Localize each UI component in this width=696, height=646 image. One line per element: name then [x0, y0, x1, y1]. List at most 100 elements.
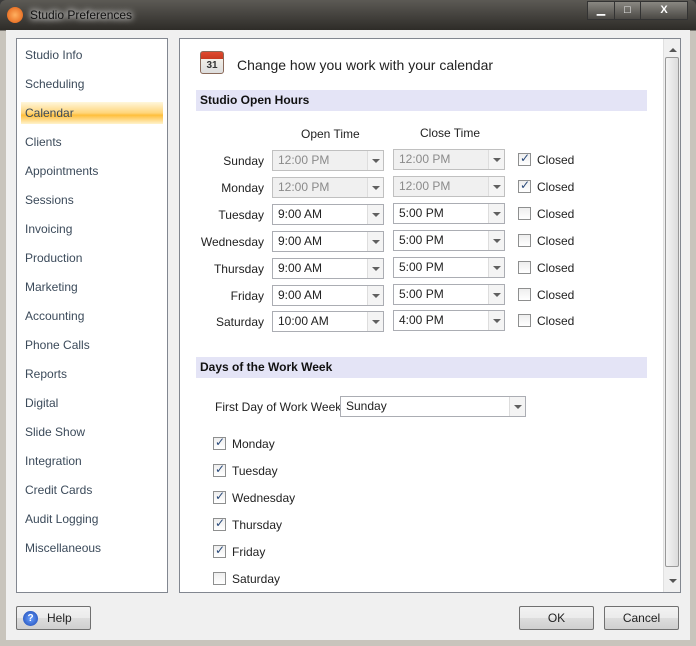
closed-checkbox[interactable] [518, 207, 531, 220]
closed-label: Closed [537, 261, 575, 275]
calendar-icon-text: 31 [206, 60, 218, 71]
scroll-down-icon[interactable] [669, 579, 677, 587]
workday-label: Thursday [232, 518, 283, 532]
first-day-value: Sunday [346, 399, 387, 413]
closed-checkbox[interactable] [518, 178, 531, 193]
chevron-down-icon [488, 258, 504, 277]
close-time-combo[interactable]: 5:00 PM [393, 230, 505, 251]
closed-checkbox[interactable] [518, 288, 531, 301]
open-time-combo[interactable]: 12:00 PM [272, 150, 384, 171]
open-time-combo[interactable]: 9:00 AM [272, 258, 384, 279]
workday-checkbox[interactable] [213, 435, 226, 450]
close-time-combo[interactable]: 5:00 PM [393, 284, 505, 305]
open-time-value: 12:00 PM [278, 153, 330, 167]
sidebar-item-studio-info[interactable]: Studio Info [21, 44, 163, 66]
scrollbar-thumb[interactable] [665, 57, 679, 567]
day-label: Saturday [215, 315, 264, 329]
closed-checkbox[interactable] [518, 261, 531, 274]
scroll-up-icon[interactable] [669, 44, 677, 52]
close-time-combo[interactable]: 12:00 PM [393, 149, 505, 170]
sidebar-item-reports[interactable]: Reports [21, 363, 163, 385]
day-label: Sunday [223, 154, 264, 168]
sidebar-item-sessions[interactable]: Sessions [21, 189, 163, 211]
open-time-combo[interactable]: 10:00 AM [272, 311, 384, 332]
sidebar-item-miscellaneous[interactable]: Miscellaneous [21, 537, 163, 559]
sidebar-item-appointments[interactable]: Appointments [21, 160, 163, 182]
sidebar-item-clients[interactable]: Clients [21, 131, 163, 153]
open-time-combo[interactable]: 9:00 AM [272, 285, 384, 306]
section-work-week: Days of the Work Week [196, 357, 647, 378]
open-time-combo[interactable]: 12:00 PM [272, 177, 384, 198]
chevron-down-icon [488, 204, 504, 223]
close-time-combo[interactable]: 5:00 PM [393, 203, 505, 224]
maximize-button[interactable]: □ [614, 1, 641, 20]
close-time-value: 12:00 PM [399, 179, 451, 193]
cancel-button[interactable]: Cancel [604, 606, 679, 630]
workday-checkbox[interactable] [213, 462, 226, 477]
day-label: Thursday [213, 262, 264, 276]
chevron-down-icon [367, 205, 383, 224]
closed-checkbox[interactable] [518, 234, 531, 247]
section-open-hours: Studio Open Hours [196, 90, 647, 111]
close-time-combo[interactable]: 5:00 PM [393, 257, 505, 278]
chevron-down-icon [367, 232, 383, 251]
workday-checkbox[interactable] [213, 572, 226, 585]
close-time-value: 4:00 PM [399, 313, 444, 327]
close-time-value: 5:00 PM [399, 287, 444, 301]
closed-label: Closed [537, 288, 575, 302]
workday-checkbox[interactable] [213, 516, 226, 531]
open-time-header: Open Time [301, 127, 360, 141]
open-time-value: 9:00 AM [278, 207, 323, 221]
closed-checkbox[interactable] [518, 314, 531, 327]
close-time-combo[interactable]: 12:00 PM [393, 176, 505, 197]
sidebar-item-digital[interactable]: Digital [21, 392, 163, 414]
closed-checkbox[interactable] [518, 151, 531, 166]
chevron-down-icon [509, 397, 525, 416]
open-time-combo[interactable]: 9:00 AM [272, 204, 384, 225]
vertical-scrollbar[interactable] [663, 39, 680, 592]
sidebar-item-marketing[interactable]: Marketing [21, 276, 163, 298]
chevron-down-icon [367, 312, 383, 331]
workday-label: Tuesday [232, 464, 278, 478]
minimize-button[interactable]: ▁ [587, 1, 615, 20]
chevron-down-icon [488, 311, 504, 330]
close-time-value: 5:00 PM [399, 233, 444, 247]
workday-checkbox[interactable] [213, 489, 226, 504]
help-button[interactable]: ? Help [16, 606, 91, 630]
ok-button[interactable]: OK [519, 606, 594, 630]
open-time-combo[interactable]: 9:00 AM [272, 231, 384, 252]
sidebar-item-scheduling[interactable]: Scheduling [21, 73, 163, 95]
workday-checkbox[interactable] [213, 543, 226, 558]
sidebar-item-audit-logging[interactable]: Audit Logging [21, 508, 163, 530]
sidebar-item-integration[interactable]: Integration [21, 450, 163, 472]
chevron-down-icon [488, 150, 504, 169]
workday-label: Monday [232, 437, 275, 451]
category-list: Studio Info Scheduling Calendar Clients Appo… [16, 38, 168, 593]
sidebar-item-credit-cards[interactable]: Credit Cards [21, 479, 163, 501]
page-title: Change how you work with your calendar [237, 57, 494, 73]
first-day-label: First Day of Work Week [215, 400, 342, 414]
sidebar-item-phone-calls[interactable]: Phone Calls [21, 334, 163, 356]
first-day-combo[interactable]: Sunday [340, 396, 526, 417]
app-icon [7, 7, 23, 23]
sidebar-item-calendar[interactable]: Calendar [21, 102, 163, 124]
chevron-down-icon [367, 286, 383, 305]
close-time-combo[interactable]: 4:00 PM [393, 310, 505, 331]
open-time-value: 12:00 PM [278, 180, 330, 194]
chevron-down-icon [488, 285, 504, 304]
closed-label: Closed [537, 234, 575, 248]
day-label: Monday [221, 181, 264, 195]
sidebar-item-accounting[interactable]: Accounting [21, 305, 163, 327]
sidebar-item-production[interactable]: Production [21, 247, 163, 269]
sidebar-item-slide-show[interactable]: Slide Show [21, 421, 163, 443]
sidebar-item-invoicing[interactable]: Invoicing [21, 218, 163, 240]
close-time-value: 5:00 PM [399, 206, 444, 220]
closed-label: Closed [537, 314, 575, 328]
window-title: Studio Preferences [30, 8, 133, 22]
chevron-down-icon [488, 231, 504, 250]
close-button[interactable]: X [640, 1, 688, 20]
help-label: Help [47, 611, 72, 625]
chevron-down-icon [367, 151, 383, 170]
help-icon: ? [23, 611, 38, 626]
open-time-value: 9:00 AM [278, 261, 323, 275]
